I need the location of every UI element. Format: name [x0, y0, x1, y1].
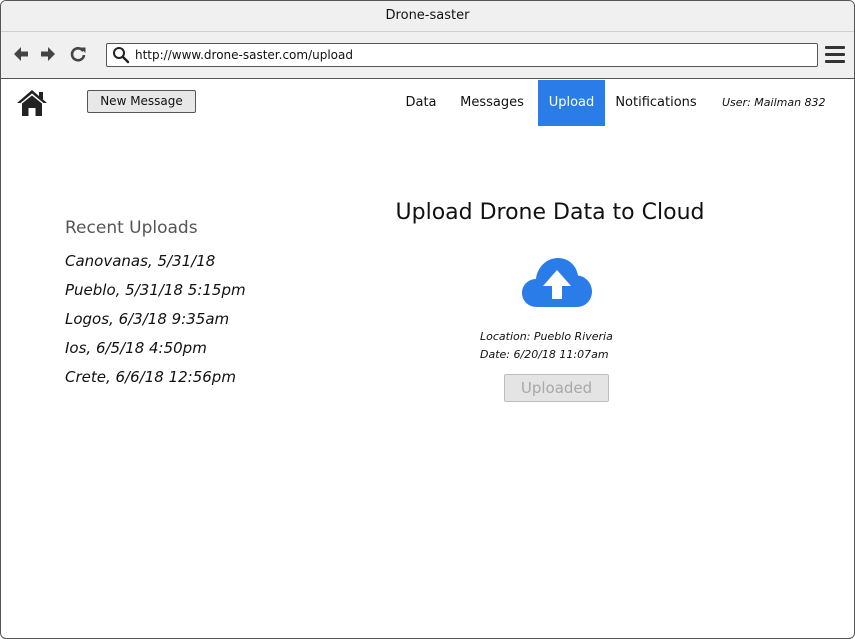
upload-date: Date: 6/20/18 11:07am — [480, 348, 609, 361]
browser-window: Drone-saster New Message Data Message — [0, 0, 855, 639]
recent-uploads-heading: Recent Uploads — [65, 218, 198, 238]
recent-uploads-list: Canovanas, 5/31/18 Pueblo, 5/31/18 5:15p… — [65, 250, 246, 395]
forward-arrow-icon[interactable] — [39, 45, 57, 63]
url-input[interactable] — [135, 46, 805, 63]
cloud-upload-icon[interactable] — [521, 255, 593, 309]
recent-upload-item[interactable]: Ios, 6/5/18 4:50pm — [65, 337, 246, 366]
recent-upload-item[interactable]: Crete, 6/6/18 12:56pm — [65, 366, 246, 395]
nav-tab-notifications[interactable]: Notifications — [609, 80, 703, 126]
address-bar — [1, 32, 854, 79]
recent-upload-item[interactable]: Logos, 6/3/18 9:35am — [65, 308, 246, 337]
nav-tab-upload[interactable]: Upload — [538, 80, 605, 126]
back-arrow-icon[interactable] — [12, 45, 30, 63]
recent-upload-item[interactable]: Canovanas, 5/31/18 — [65, 250, 246, 279]
recent-upload-item[interactable]: Pueblo, 5/31/18 5:15pm — [65, 279, 246, 308]
home-icon[interactable] — [16, 89, 48, 117]
hamburger-menu-icon[interactable] — [825, 46, 845, 64]
window-title: Drone-saster — [1, 1, 854, 32]
reload-icon[interactable] — [69, 45, 87, 63]
uploaded-button[interactable]: Uploaded — [504, 374, 609, 402]
upload-heading: Upload Drone Data to Cloud — [395, 200, 705, 225]
new-message-button[interactable]: New Message — [87, 90, 196, 113]
url-field[interactable] — [106, 43, 818, 67]
user-label: User: Mailman 832 — [722, 96, 826, 109]
upload-location: Location: Pueblo Riveria — [480, 330, 613, 343]
nav-tab-data[interactable]: Data — [397, 80, 445, 126]
search-icon — [113, 47, 130, 64]
nav-tab-messages[interactable]: Messages — [452, 80, 532, 126]
